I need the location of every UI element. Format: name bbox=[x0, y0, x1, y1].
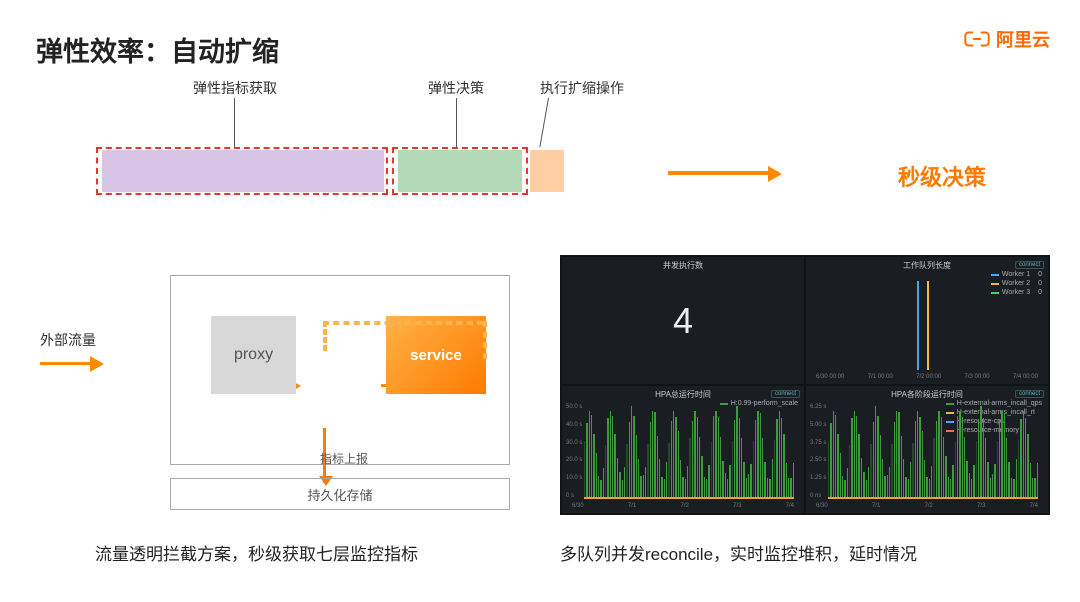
pod-boundary-box: proxy service bbox=[170, 275, 510, 465]
caption-left: 流量透明拦截方案，秒级获取七层监控指标 bbox=[95, 540, 418, 565]
arrow-right-icon bbox=[40, 362, 100, 365]
chart-spike bbox=[927, 281, 929, 370]
panel-legend: Worker 1 0 Worker 2 0 Worker 3 0 bbox=[991, 271, 1042, 298]
proxy-architecture-diagram: 外部流量 proxy service 指标上报 持久化存储 bbox=[100, 260, 520, 530]
service-box: service bbox=[386, 316, 486, 394]
big-number-value: 4 bbox=[673, 300, 693, 342]
pipeline-stage1-bar bbox=[102, 150, 384, 192]
tick-line bbox=[456, 98, 457, 148]
panel-hpa-stage-runtime: HPA各阶段运行时间 connect H-external-arms_incal… bbox=[806, 386, 1048, 513]
chart-bars bbox=[584, 406, 794, 499]
dashed-connector bbox=[323, 321, 483, 325]
panel-title: 并发执行数 bbox=[562, 260, 804, 271]
y-axis-ticks: 6.25 s 5.00 s 3.75 s 2.50 s 1.25 s 0 ns bbox=[810, 404, 826, 499]
x-axis-ticks: 6/30 7/1 7/2 7/3 7/4 bbox=[572, 503, 794, 509]
panel-title: HPA总运行时间 bbox=[562, 389, 804, 400]
pipeline-stage3-bar bbox=[530, 150, 564, 192]
panel-title: HPA各阶段运行时间 bbox=[806, 389, 1048, 400]
page-title: 弹性效率：自动扩缩 bbox=[36, 30, 279, 69]
pipeline-stage3-label: 执行扩缩操作 bbox=[540, 78, 624, 98]
dashed-connector bbox=[323, 321, 327, 351]
dashed-connector bbox=[483, 321, 487, 359]
panel-badge: connect bbox=[771, 390, 800, 398]
chart-bars bbox=[828, 406, 1038, 499]
external-traffic-label: 外部流量 bbox=[40, 330, 96, 350]
panel-badge: connect bbox=[1015, 261, 1044, 269]
aliyun-bracket-icon bbox=[964, 29, 990, 49]
storage-box: 持久化存储 bbox=[170, 478, 510, 510]
x-axis-ticks: 6/30 00:00 7/1 00:00 7/2 00:00 7/3 00:00… bbox=[816, 374, 1038, 380]
grafana-dashboard: 并发执行数 4 工作队列长度 connect Worker 1 0 Worker… bbox=[560, 255, 1050, 515]
pipeline-stage2-bar bbox=[398, 150, 522, 192]
panel-concurrent-exec: 并发执行数 4 bbox=[562, 257, 804, 384]
panel-queue-length: 工作队列长度 connect Worker 1 0 Worker 2 0 Wor… bbox=[806, 257, 1048, 384]
proxy-box: proxy bbox=[211, 316, 296, 394]
pipeline-stage1-label: 弹性指标获取 bbox=[193, 78, 277, 98]
aliyun-logo: 阿里云 bbox=[964, 26, 1050, 52]
metric-report-label: 指标上报 bbox=[320, 450, 368, 467]
y-axis-ticks: 50.0 s 40.0 s 30.0 s 20.0 s 10.0 s 0 s bbox=[566, 404, 582, 499]
caption-right: 多队列并发reconcile，实时监控堆积，延时情况 bbox=[560, 540, 917, 565]
chart-spike bbox=[917, 281, 919, 370]
panel-title: 工作队列长度 bbox=[806, 260, 1048, 271]
panel-hpa-total-runtime: HPA总运行时间 connect H:0.99-perform_scale 50… bbox=[562, 386, 804, 513]
arrow-right-icon bbox=[668, 171, 778, 175]
tick-line bbox=[539, 98, 549, 147]
panel-badge: connect bbox=[1015, 390, 1044, 398]
decision-callout: 秒级决策 bbox=[898, 160, 986, 192]
tick-line bbox=[234, 98, 235, 148]
chart-baseline bbox=[584, 497, 794, 499]
chart-baseline bbox=[828, 497, 1038, 499]
aliyun-logo-text: 阿里云 bbox=[996, 26, 1050, 52]
x-axis-ticks: 6/30 7/1 7/2 7/3 7/4 bbox=[816, 503, 1038, 509]
pipeline-diagram: 弹性指标获取 弹性决策 执行扩缩操作 秒级决策 bbox=[98, 78, 1040, 208]
pipeline-stage2-label: 弹性决策 bbox=[428, 78, 484, 98]
